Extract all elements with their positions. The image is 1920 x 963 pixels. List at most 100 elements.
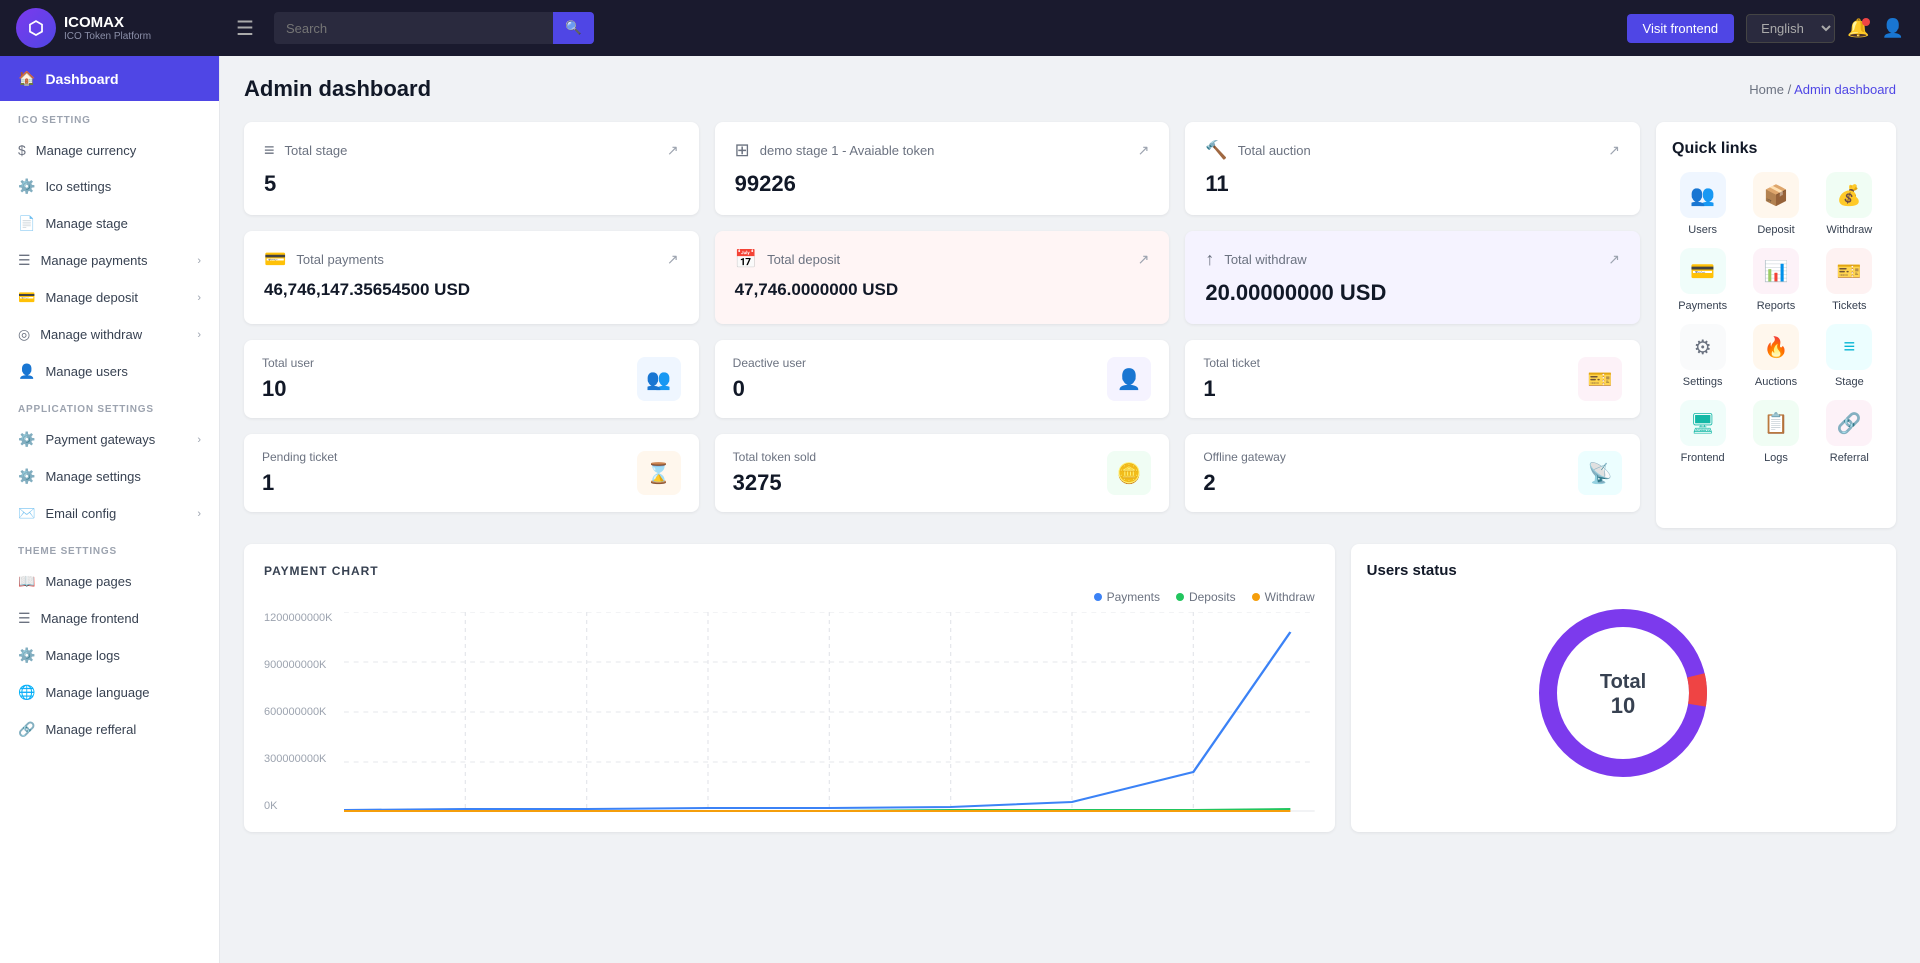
total-token-icon: 🪙 bbox=[1107, 451, 1151, 495]
auctions-quick-icon: 🔥 bbox=[1753, 324, 1799, 370]
sidebar-item-manage-payments[interactable]: ☰ Manage payments › bbox=[0, 242, 219, 279]
deposit-quick-label: Deposit bbox=[1757, 224, 1794, 236]
sidebar-label-manage-referral: Manage refferal bbox=[45, 722, 136, 737]
sidebar-item-manage-users[interactable]: 👤 Manage users bbox=[0, 353, 219, 390]
notifications-button[interactable]: 🔔 bbox=[1847, 18, 1869, 39]
users-status-title: Users status bbox=[1367, 562, 1880, 579]
stat-card-total-deposit: 📅 Total deposit ↗ 47,746.0000000 USD bbox=[715, 231, 1170, 324]
page-title: Admin dashboard bbox=[244, 76, 431, 102]
total-withdraw-label: Total withdraw bbox=[1224, 252, 1306, 267]
stat-card-total-auction: 🔨 Total auction ↗ 11 bbox=[1185, 122, 1640, 215]
chevron-right-icon-4: › bbox=[197, 434, 201, 446]
settings-quick-icon: ⚙ bbox=[1680, 324, 1726, 370]
sidebar-item-payment-gateways[interactable]: ⚙️ Payment gateways › bbox=[0, 421, 219, 458]
demo-stage-label: demo stage 1 - Avaiable token bbox=[760, 143, 935, 158]
quick-link-referral[interactable]: 🔗 Referral bbox=[1819, 400, 1880, 464]
quick-link-logs[interactable]: 📋 Logs bbox=[1745, 400, 1806, 464]
quick-link-tickets[interactable]: 🎫 Tickets bbox=[1819, 248, 1880, 312]
total-auction-label: Total auction bbox=[1238, 143, 1311, 158]
search-input[interactable] bbox=[274, 13, 553, 44]
quick-link-frontend[interactable]: 🖥 Frontend bbox=[1672, 400, 1733, 464]
stat-card-demo-stage: ⊞ demo stage 1 - Avaiable token ↗ 99226 bbox=[715, 122, 1170, 215]
sidebar-label-manage-withdraw: Manage withdraw bbox=[40, 327, 142, 342]
quick-link-withdraw[interactable]: 💰 Withdraw bbox=[1819, 172, 1880, 236]
legend-deposits: Deposits bbox=[1176, 590, 1236, 604]
legend-withdraw: Withdraw bbox=[1252, 590, 1315, 604]
language-select[interactable]: English French Spanish bbox=[1746, 14, 1835, 43]
sidebar-item-email-config[interactable]: ✉️ Email config › bbox=[0, 495, 219, 532]
withdraw-quick-label: Withdraw bbox=[1826, 224, 1872, 236]
total-deposit-icon: 📅 bbox=[735, 249, 757, 270]
deactive-user-label: Deactive user bbox=[733, 356, 806, 370]
search-button[interactable]: 🔍 bbox=[553, 12, 594, 44]
pending-ticket-icon: ⌛ bbox=[637, 451, 681, 495]
breadcrumb: Home / Admin dashboard bbox=[1749, 82, 1896, 97]
total-stage-label: Total stage bbox=[285, 143, 348, 158]
chart-svg bbox=[344, 612, 1315, 812]
total-token-value: 3275 bbox=[733, 470, 816, 496]
manage-stage-icon: 📄 bbox=[18, 215, 35, 232]
sidebar-item-ico-settings[interactable]: ⚙️ Ico settings bbox=[0, 168, 219, 205]
sidebar-item-manage-logs[interactable]: ⚙️ Manage logs bbox=[0, 637, 219, 674]
quick-link-reports[interactable]: 📊 Reports bbox=[1745, 248, 1806, 312]
sidebar-item-manage-referral[interactable]: 🔗 Manage refferal bbox=[0, 711, 219, 748]
small-stat-total-user: Total user 10 👥 bbox=[244, 340, 699, 418]
sidebar-item-manage-language[interactable]: 🌐 Manage language bbox=[0, 674, 219, 711]
quick-links-grid: 👥 Users 📦 Deposit 💰 Withdraw 💳 Payments bbox=[1672, 172, 1880, 464]
sidebar-item-manage-pages[interactable]: 📖 Manage pages bbox=[0, 563, 219, 600]
total-ticket-label: Total ticket bbox=[1203, 356, 1260, 370]
quick-link-settings[interactable]: ⚙ Settings bbox=[1672, 324, 1733, 388]
manage-language-icon: 🌐 bbox=[18, 684, 35, 701]
quick-link-payments[interactable]: 💳 Payments bbox=[1672, 248, 1733, 312]
tickets-quick-icon: 🎫 bbox=[1826, 248, 1872, 294]
layout: 🏠 Dashboard ICO SETTING $ Manage currenc… bbox=[0, 56, 1920, 963]
offline-gateway-value: 2 bbox=[1203, 470, 1286, 496]
donut-chart: Total 10 bbox=[1367, 593, 1880, 793]
sidebar-item-manage-currency[interactable]: $ Manage currency bbox=[0, 132, 219, 168]
quick-link-deposit[interactable]: 📦 Deposit bbox=[1745, 172, 1806, 236]
total-payments-icon: 💳 bbox=[264, 249, 286, 270]
quick-link-stage[interactable]: ≡ Stage bbox=[1819, 324, 1880, 388]
user-profile-button[interactable]: 👤 bbox=[1882, 18, 1904, 39]
breadcrumb-home[interactable]: Home bbox=[1749, 82, 1784, 97]
sidebar-item-manage-deposit[interactable]: 💳 Manage deposit › bbox=[0, 279, 219, 316]
sidebar-item-manage-withdraw[interactable]: ◎ Manage withdraw › bbox=[0, 316, 219, 353]
sidebar-item-dashboard[interactable]: 🏠 Dashboard bbox=[0, 56, 219, 101]
chart-legend: Payments Deposits Withdraw bbox=[264, 590, 1315, 604]
email-config-icon: ✉️ bbox=[18, 505, 35, 522]
small-stat-total-token: Total token sold 3275 🪙 bbox=[715, 434, 1170, 512]
quick-link-auctions[interactable]: 🔥 Auctions bbox=[1745, 324, 1806, 388]
mid-stats-grid: 💳 Total payments ↗ 46,746,147.35654500 U… bbox=[244, 231, 1640, 324]
breadcrumb-row: Admin dashboard Home / Admin dashboard bbox=[244, 76, 1896, 102]
sidebar-label-manage-logs: Manage logs bbox=[45, 648, 119, 663]
sidebar-label-email-config: Email config bbox=[45, 506, 116, 521]
stat-card-total-stage: ≡ Total stage ↗ 5 bbox=[244, 122, 699, 215]
hamburger-button[interactable]: ☰ bbox=[228, 12, 262, 45]
total-withdraw-arrow: ↗ bbox=[1608, 251, 1620, 268]
stat-card-total-payments: 💳 Total payments ↗ 46,746,147.35654500 U… bbox=[244, 231, 699, 324]
legend-label-withdraw: Withdraw bbox=[1265, 590, 1315, 604]
sidebar-label-manage-language: Manage language bbox=[45, 685, 149, 700]
manage-frontend-icon: ☰ bbox=[18, 610, 31, 627]
quick-link-users[interactable]: 👥 Users bbox=[1672, 172, 1733, 236]
visit-frontend-button[interactable]: Visit frontend bbox=[1627, 14, 1735, 43]
sidebar-item-manage-stage[interactable]: 📄 Manage stage bbox=[0, 205, 219, 242]
sidebar-section-theme: THEME SETTINGS bbox=[0, 532, 219, 563]
demo-stage-arrow: ↗ bbox=[1138, 142, 1150, 159]
total-user-value: 10 bbox=[262, 376, 314, 402]
stage-quick-label: Stage bbox=[1835, 376, 1864, 388]
app-name: ICOMAX bbox=[64, 14, 151, 31]
logo: ⬡ ICOMAX ICO Token Platform bbox=[16, 8, 216, 48]
manage-users-icon: 👤 bbox=[18, 363, 35, 380]
breadcrumb-current: Admin dashboard bbox=[1794, 82, 1896, 97]
chevron-right-icon-3: › bbox=[197, 329, 201, 341]
chevron-right-icon-2: › bbox=[197, 292, 201, 304]
payment-chart-card: PAYMENT CHART Payments Deposits Withdraw bbox=[244, 544, 1335, 832]
manage-withdraw-icon: ◎ bbox=[18, 326, 30, 343]
sidebar-item-manage-frontend[interactable]: ☰ Manage frontend bbox=[0, 600, 219, 637]
sidebar-item-manage-settings[interactable]: ⚙️ Manage settings bbox=[0, 458, 219, 495]
pending-ticket-value: 1 bbox=[262, 470, 337, 496]
pending-ticket-label: Pending ticket bbox=[262, 450, 337, 464]
app-subtitle: ICO Token Platform bbox=[64, 31, 151, 42]
reports-quick-icon: 📊 bbox=[1753, 248, 1799, 294]
